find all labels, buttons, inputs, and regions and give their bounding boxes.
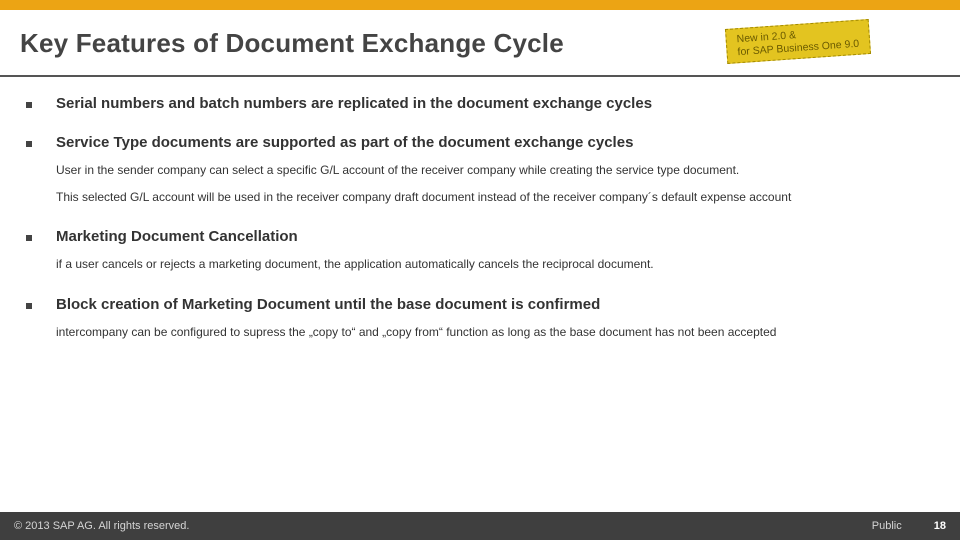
footer-copyright: © 2013 SAP AG. All rights reserved. bbox=[14, 512, 189, 540]
bullet-icon bbox=[26, 102, 32, 108]
feature-item: Service Type documents are supported as … bbox=[26, 134, 938, 206]
feature-item: Serial numbers and batch numbers are rep… bbox=[26, 95, 938, 112]
feature-heading: Service Type documents are supported as … bbox=[56, 134, 633, 151]
footer-right: Public 18 bbox=[872, 512, 946, 540]
top-accent-bar bbox=[0, 0, 960, 10]
slide-footer: © 2013 SAP AG. All rights reserved. Publ… bbox=[0, 512, 960, 540]
slide-header: Key Features of Document Exchange Cycle … bbox=[0, 10, 960, 77]
feature-heading: Serial numbers and batch numbers are rep… bbox=[56, 95, 652, 112]
bullet-icon bbox=[26, 303, 32, 309]
feature-row: Block creation of Marketing Document unt… bbox=[26, 296, 938, 313]
feature-subtext: if a user cancels or rejects a marketing… bbox=[56, 255, 938, 274]
bullet-icon bbox=[26, 141, 32, 147]
feature-subtext: User in the sender company can select a … bbox=[56, 161, 938, 180]
feature-row: Serial numbers and batch numbers are rep… bbox=[26, 95, 938, 112]
feature-row: Service Type documents are supported as … bbox=[26, 134, 938, 151]
feature-subtext: intercompany can be configured to supres… bbox=[56, 323, 938, 342]
bullet-icon bbox=[26, 235, 32, 241]
slide-content: Serial numbers and batch numbers are rep… bbox=[0, 77, 960, 341]
feature-heading: Block creation of Marketing Document unt… bbox=[56, 296, 600, 313]
feature-subtext: This selected G/L account will be used i… bbox=[56, 188, 938, 207]
feature-row: Marketing Document Cancellation bbox=[26, 228, 938, 245]
footer-classification: Public bbox=[872, 512, 902, 540]
feature-item: Block creation of Marketing Document unt… bbox=[26, 296, 938, 342]
footer-page-number: 18 bbox=[934, 512, 946, 540]
feature-item: Marketing Document Cancellation if a use… bbox=[26, 228, 938, 274]
feature-heading: Marketing Document Cancellation bbox=[56, 228, 298, 245]
